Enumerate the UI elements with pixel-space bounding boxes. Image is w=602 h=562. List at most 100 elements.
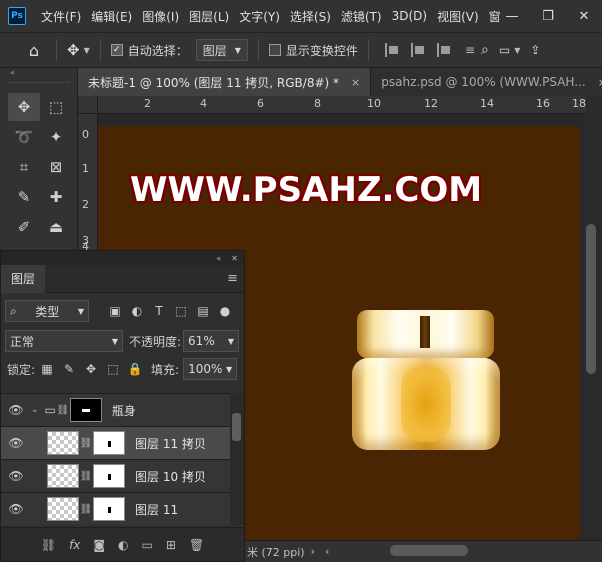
panel-menu-icon[interactable]: ≡ <box>227 271 238 286</box>
home-icon[interactable]: ⌂ <box>22 41 46 60</box>
lasso-tool-icon[interactable]: ➰ <box>8 123 40 151</box>
chevron-down-icon[interactable]: ⌄ <box>31 405 39 415</box>
eye-icon[interactable]: 👁 <box>1 502 31 516</box>
shape-filter-icon[interactable]: ⬚ <box>171 303 191 319</box>
lock-position-icon[interactable]: ✥ <box>81 361 101 377</box>
eye-icon[interactable]: 👁 <box>1 403 31 417</box>
layer-row[interactable]: 👁 ⛓ 图层 11 <box>1 492 230 525</box>
lock-label: 锁定: <box>7 362 36 377</box>
frame-tool-icon[interactable]: ⊠ <box>40 153 72 181</box>
layer-row-selected[interactable]: 👁 ⛓ 图层 11 拷贝 <box>1 426 230 459</box>
stamp-tool-icon[interactable]: ⏏ <box>40 213 72 241</box>
layer-row[interactable]: 👁 ⛓ 图层 10 拷贝 <box>1 459 230 492</box>
ruler-tick: 12 <box>424 97 438 110</box>
layer-row-group[interactable]: 👁 ⌄ ▭ ⛓ 瓶身 <box>1 393 230 426</box>
document-tabs: 未标题-1 @ 100% (图层 11 拷贝, RGB/8#) * × psah… <box>78 68 602 96</box>
layer-thumbnail <box>47 431 79 455</box>
panel-grip[interactable] <box>10 82 70 86</box>
scroll-left-icon[interactable]: ‹ <box>325 545 329 558</box>
collapse-icon[interactable]: « <box>216 254 221 263</box>
adjustment-layer-icon[interactable]: ◐ <box>118 538 128 552</box>
close-icon[interactable]: × <box>351 76 360 89</box>
ruler-tick: 4 <box>200 97 207 110</box>
smart-object-filter-icon[interactable]: ▤ <box>193 303 213 319</box>
close-icon[interactable]: ✕ <box>231 254 238 263</box>
eye-icon[interactable]: 👁 <box>1 469 31 483</box>
workspace-icon[interactable]: ▭ <box>499 43 510 57</box>
menu-type[interactable]: 文字(Y) <box>234 8 285 25</box>
move-tool-icon[interactable]: ✥ <box>8 93 40 121</box>
menu-layer[interactable]: 图层(L) <box>184 8 234 25</box>
chevron-right-icon[interactable]: › <box>311 545 315 558</box>
layer-mask-thumbnail <box>93 431 125 455</box>
layer-name: 图层 11 拷贝 <box>135 436 206 451</box>
layers-scrollbar[interactable] <box>230 393 244 525</box>
lock-pixels-icon[interactable]: ✎ <box>59 361 79 377</box>
opacity-input[interactable]: 61% ▼ <box>183 330 240 352</box>
share-icon[interactable]: ⇪ <box>530 43 540 57</box>
close-button[interactable]: ✕ <box>566 0 602 32</box>
blend-mode-dropdown[interactable]: 正常 ▼ <box>5 330 123 352</box>
lock-all-icon[interactable]: 🔒 <box>125 361 145 377</box>
type-filter-icon[interactable]: T <box>149 303 169 319</box>
lock-artboard-icon[interactable]: ⬚ <box>103 361 123 377</box>
minimize-button[interactable]: — <box>494 0 530 32</box>
brush-tool-icon[interactable]: ✐ <box>8 213 40 241</box>
delete-layer-icon[interactable]: 🗑 <box>189 538 204 552</box>
filter-toggle-icon[interactable]: ● <box>215 303 235 319</box>
eyedropper-tool-icon[interactable]: ✎ <box>8 183 40 211</box>
marquee-tool-icon[interactable]: ⬚ <box>40 93 72 121</box>
crop-tool-icon[interactable]: ⌗ <box>8 153 40 181</box>
fill-value: 100% <box>188 362 223 376</box>
auto-select-dropdown[interactable]: 图层 ▼ <box>195 39 248 61</box>
lock-transparency-icon[interactable]: ▦ <box>37 361 57 377</box>
layer-filter-dropdown[interactable]: ⌕ 类型 ▼ <box>5 300 89 322</box>
auto-select-value: 图层 <box>202 43 227 58</box>
new-group-icon[interactable]: ▭ <box>142 538 153 552</box>
menu-select[interactable]: 选择(S) <box>285 8 336 25</box>
align-center-icon[interactable] <box>410 43 425 57</box>
menu-3d[interactable]: 3D(D) <box>387 9 432 23</box>
document-info[interactable]: 米 (72 ppi) <box>247 544 305 560</box>
eye-icon[interactable]: 👁 <box>1 436 31 450</box>
menu-view[interactable]: 视图(V) <box>432 8 484 25</box>
align-right-icon[interactable] <box>436 43 451 57</box>
healing-brush-tool-icon[interactable]: ✚ <box>40 183 72 211</box>
tab-layers[interactable]: 图层 <box>1 264 46 293</box>
tab-untitled-1[interactable]: 未标题-1 @ 100% (图层 11 拷贝, RGB/8#) * × <box>78 68 372 96</box>
restore-button[interactable]: ❐ <box>530 0 566 32</box>
align-left-icon[interactable] <box>384 43 399 57</box>
move-tool-icon[interactable]: ✥ <box>67 41 80 59</box>
scrollbar-thumb[interactable] <box>586 224 596 374</box>
menu-edit[interactable]: 编辑(E) <box>86 8 137 25</box>
new-layer-icon[interactable]: ⊞ <box>166 538 176 552</box>
fx-icon[interactable]: fx <box>69 538 80 552</box>
show-transform-checkbox[interactable] <box>268 44 281 56</box>
link-layers-icon[interactable]: ⛓ <box>41 538 56 552</box>
vertical-scrollbar[interactable] <box>582 114 602 544</box>
adjustment-filter-icon[interactable]: ◐ <box>127 303 147 319</box>
menu-file[interactable]: 文件(F) <box>36 8 86 25</box>
magic-wand-tool-icon[interactable]: ✦ <box>40 123 72 151</box>
close-icon[interactable]: × <box>598 76 602 89</box>
chevron-down-icon[interactable]: ▼ <box>514 46 520 55</box>
ruler-tick: 10 <box>367 97 381 110</box>
horizontal-scrollbar-thumb[interactable] <box>390 545 468 556</box>
ruler-corner <box>78 96 98 114</box>
auto-select-checkbox[interactable]: ✓ <box>110 44 123 56</box>
pixel-filter-icon[interactable]: ▣ <box>105 303 125 319</box>
search-icon[interactable]: ⌕ <box>481 42 489 58</box>
layers-panel: « ✕ 图层 ≡ ⌕ 类型 ▼ ▣ ◐ T ⬚ ▤ ● 正常 ▼ 不透明度: 6… <box>0 250 245 562</box>
menu-filter[interactable]: 滤镜(T) <box>336 8 387 25</box>
link-icon: ⛓ <box>79 470 93 482</box>
menu-image[interactable]: 图像(I) <box>137 8 184 25</box>
tab-psahz[interactable]: psahz.psd @ 100% (WWW.PSAH... × <box>371 68 602 96</box>
add-mask-icon[interactable]: ◙ <box>93 538 105 552</box>
layer-mask-thumbnail <box>93 464 125 488</box>
ruler-horizontal[interactable]: 2 4 6 8 10 12 14 16 18 <box>98 96 586 114</box>
chevron-down-icon[interactable]: ▼ <box>84 46 90 55</box>
distribute-icon[interactable]: ≡ <box>465 43 475 57</box>
collapse-icon[interactable]: « <box>0 68 77 80</box>
fill-input[interactable]: 100% ▼ <box>183 358 238 380</box>
scrollbar-thumb[interactable] <box>232 413 241 441</box>
